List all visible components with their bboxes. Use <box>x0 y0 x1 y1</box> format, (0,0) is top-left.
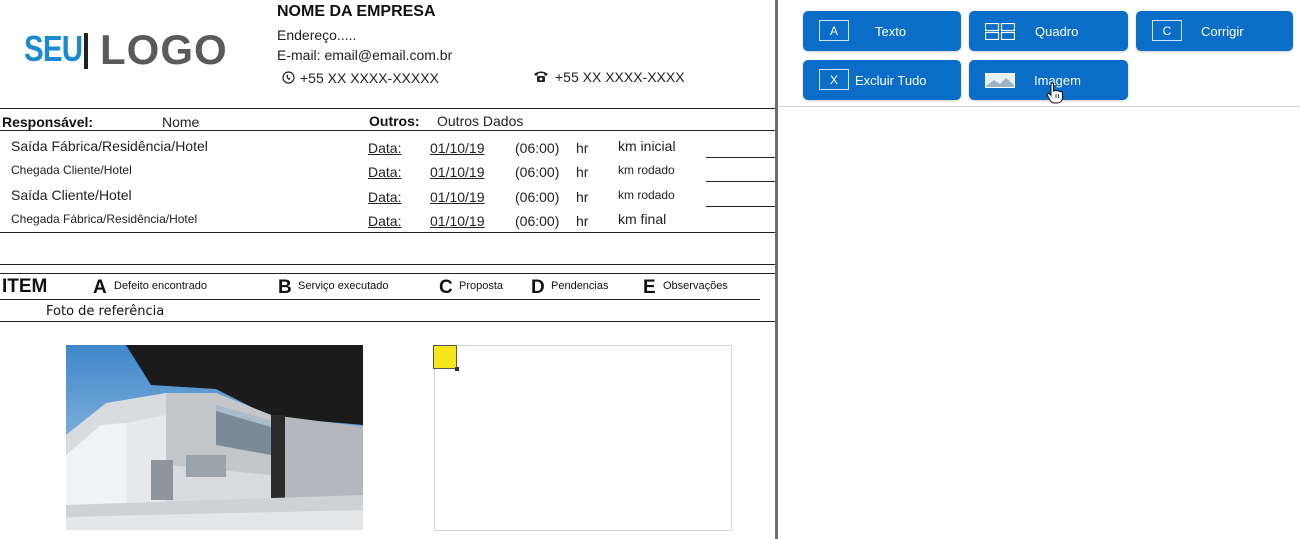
items-bottom-line <box>0 299 760 300</box>
toolbar-bottom-line <box>779 106 1300 107</box>
trip-date: 01/10/19 <box>430 164 485 180</box>
trip-date: 01/10/19 <box>430 213 485 229</box>
info-separator <box>0 130 775 131</box>
trip-time: (06:00) <box>515 164 560 180</box>
trip-label: Chegada Fábrica/Residência/Hotel <box>11 212 198 226</box>
form-sheet: SEU LOGO NOME DA EMPRESA Endereço..... E… <box>0 0 775 539</box>
corrigir-button-label: Corrigir <box>1201 23 1244 39</box>
header-separator <box>0 108 775 109</box>
texto-button-label: Texto <box>875 23 907 39</box>
trip-time: (06:00) <box>515 189 560 205</box>
item-letter-e: E <box>643 277 656 298</box>
trip-date: 01/10/19 <box>430 140 485 156</box>
trip-data-label: Data: <box>368 189 402 205</box>
trip-data-label: Data: <box>368 213 402 229</box>
trip-time: (06:00) <box>515 140 560 156</box>
logo-logo-text: LOGO <box>100 26 228 73</box>
excluir-shortcut-key: X <box>819 69 849 90</box>
item-letter-b: B <box>278 277 292 298</box>
reference-photo[interactable] <box>66 345 363 530</box>
blank-separator <box>0 264 775 265</box>
phone-circle-icon <box>282 71 295 84</box>
company-address: Endereço..... <box>277 27 357 43</box>
company-name: NOME DA EMPRESA <box>277 3 436 20</box>
item-text-c: Proposta <box>459 280 504 292</box>
item-text-b: Serviço executado <box>298 280 389 292</box>
item-text-e: Observações <box>663 280 728 292</box>
company-email: E-mail: email@email.com.br <box>277 47 453 63</box>
resize-handle[interactable] <box>433 345 457 369</box>
trip-label: Saída Cliente/Hotel <box>11 187 132 203</box>
trip-time: (06:00) <box>515 213 560 229</box>
company-phone-mobile: +55 XX XXXX-XXXXX <box>300 70 439 86</box>
trip-hr: hr <box>576 213 589 229</box>
logo-seu-text: SEU <box>24 28 83 69</box>
telephone-icon <box>533 70 549 83</box>
panel-divider <box>775 0 778 539</box>
excluir-tudo-button[interactable]: X Excluir Tudo <box>803 60 961 100</box>
image-frame[interactable] <box>434 345 732 531</box>
item-text-d: Pendencias <box>551 280 609 292</box>
texto-button[interactable]: A Texto <box>803 11 961 51</box>
km-blank-line <box>706 157 775 158</box>
km-blank-line <box>706 181 775 182</box>
trips-separator <box>0 232 775 233</box>
trip-hr: hr <box>576 164 589 180</box>
hand-cursor-icon <box>1046 82 1064 104</box>
photo-caption: Foto de referência <box>46 304 165 319</box>
outros-label: Outros: <box>369 113 420 129</box>
trip-label: Chegada Cliente/Hotel <box>11 163 132 177</box>
trip-label: Saída Fábrica/Residência/Hotel <box>11 138 208 154</box>
corrigir-shortcut-key: C <box>1152 20 1182 41</box>
trip-km: km rodado <box>618 188 675 202</box>
trip-data-label: Data: <box>368 164 402 180</box>
trip-date: 01/10/19 <box>430 189 485 205</box>
image-icon <box>985 73 1015 88</box>
trip-hr: hr <box>576 189 589 205</box>
texto-shortcut-key: A <box>819 20 849 41</box>
trip-hr: hr <box>576 140 589 156</box>
trip-data-label: Data: <box>368 140 402 156</box>
responsavel-value: Nome <box>162 114 200 130</box>
items-top-line <box>0 273 775 274</box>
outros-value: Outros Dados <box>437 113 524 129</box>
responsavel-label: Responsável: <box>2 114 94 130</box>
resize-handle-corner[interactable] <box>455 367 459 371</box>
item-letter-d: D <box>531 277 545 298</box>
excluir-tudo-button-label: Excluir Tudo <box>855 72 927 88</box>
grid-icon <box>984 22 1016 41</box>
company-phone-landline: +55 XX XXXX-XXXX <box>555 69 685 85</box>
km-blank-line <box>706 206 775 207</box>
quadro-button[interactable]: Quadro <box>969 11 1128 51</box>
item-text-a: Defeito encontrado <box>114 280 207 292</box>
trip-km: km inicial <box>618 138 676 154</box>
item-letter-a: A <box>93 277 107 298</box>
item-title: ITEM <box>2 276 48 297</box>
trip-km: km final <box>618 211 667 227</box>
quadro-button-label: Quadro <box>1035 23 1079 39</box>
trip-km: km rodado <box>618 163 675 177</box>
corrigir-button[interactable]: C Corrigir <box>1136 11 1293 51</box>
item-letter-c: C <box>439 277 453 298</box>
caption-separator <box>0 321 775 322</box>
logo-divider <box>84 33 88 69</box>
